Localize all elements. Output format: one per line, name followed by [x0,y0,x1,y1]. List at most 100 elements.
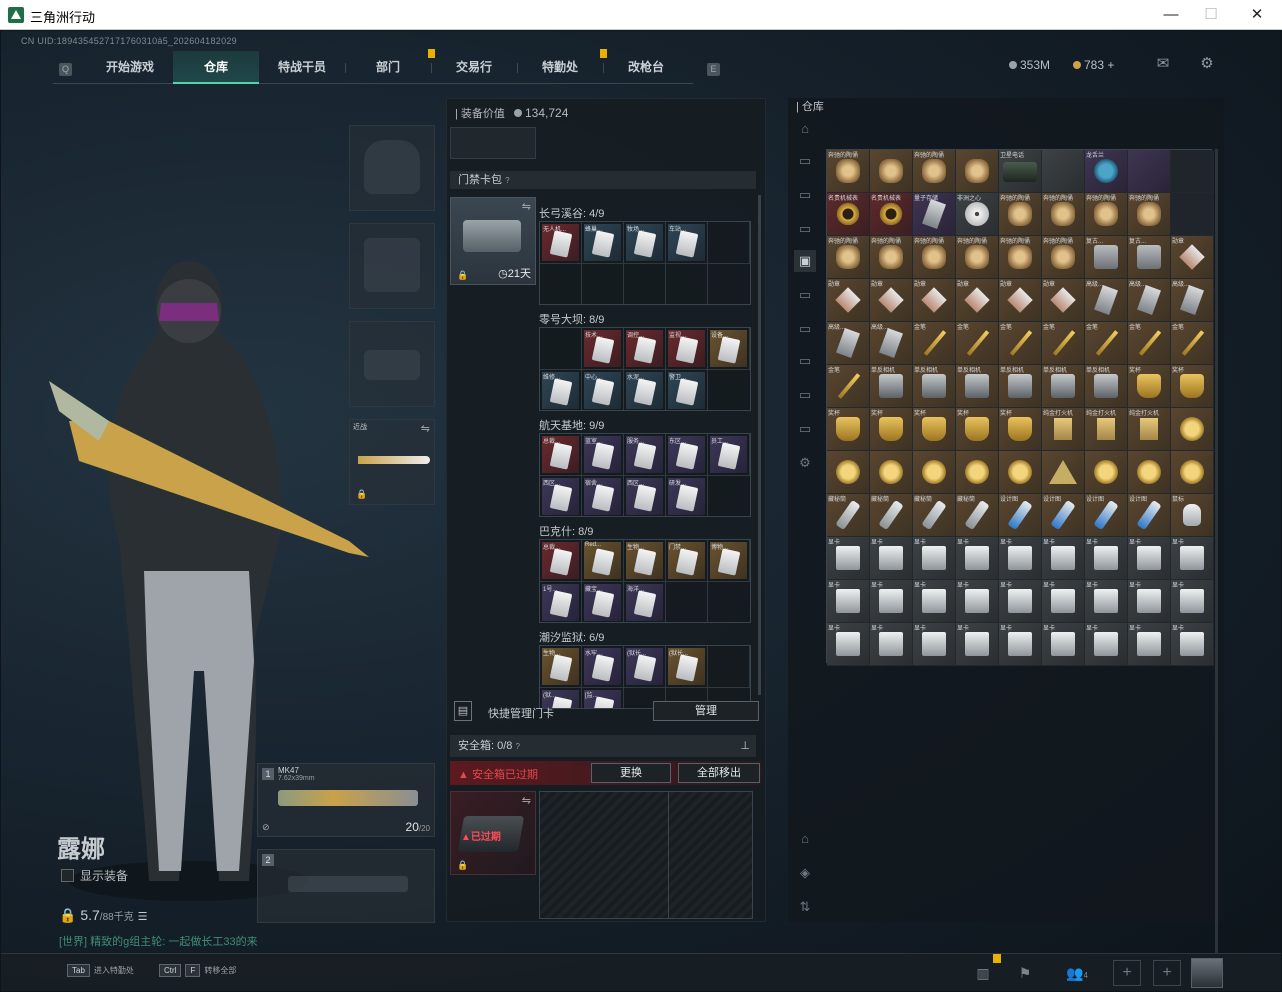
stash-cell[interactable]: 显卡 [913,537,956,580]
keycard-item[interactable]: 监视... [668,330,705,367]
stash-cell[interactable]: 高级... [1171,279,1214,322]
maximize-button[interactable]: ☐ [1196,4,1226,26]
primary-weapon-slot[interactable]: 1 MK47 7.62x39mm ⊘ 20/20 [257,763,435,837]
stash-cell[interactable]: 显卡 [1171,580,1214,623]
keycard-item[interactable]: 设备... [710,330,747,367]
stash-cell[interactable]: 单反相机 [1085,365,1128,408]
tab-trading[interactable]: 交易行 [431,51,517,84]
stash-cell[interactable] [1042,150,1085,193]
stash-cell[interactable]: 奔驰的陶俑 [1042,193,1085,236]
stash-cell[interactable]: 单反相机 [1042,365,1085,408]
pin-icon[interactable]: ⊥ [740,735,750,757]
help-icon[interactable]: ? [515,742,519,751]
helmet-slot[interactable] [349,125,435,211]
stash-cell[interactable] [870,451,913,494]
stash-cell[interactable]: 奔驰的陶俑 [870,236,913,279]
swap-icon[interactable]: ⇋ [522,200,531,213]
keycard-slot[interactable]: 中心... [582,370,624,410]
keycard-item[interactable]: (狱长... [668,648,705,685]
keycard-slot[interactable]: (狱长... [624,646,666,688]
keycard-slot[interactable]: 东区... [666,434,708,476]
stash-cell[interactable]: 显卡 [1042,537,1085,580]
nav-prev-key-icon[interactable]: Q [59,63,72,76]
stash-cell[interactable]: 名贵机械表 [827,193,870,236]
keycard-slot[interactable] [708,222,750,264]
stash-cell[interactable]: 纯金打火机 [1128,408,1171,451]
keycard-item[interactable]: 博物... [710,542,747,579]
safe-box-grid[interactable] [539,791,753,919]
keycard-slot[interactable]: 牧场... [624,222,666,264]
move-all-button[interactable]: 全部移出 [678,763,760,783]
stash-cell[interactable]: 显卡 [870,580,913,623]
stash-filter-keys-icon[interactable]: ▭ [794,284,816,306]
keycard-item[interactable]: 蓝室... [584,436,621,473]
warehouse-scrollbar[interactable] [1215,149,1218,955]
keycard-wallet-item[interactable]: ⇋ 🔒 ◷21天 [450,197,536,285]
stash-cell[interactable]: 复古... [1128,236,1171,279]
stash-cell[interactable]: 金笔 [913,322,956,365]
keycard-slot[interactable] [708,646,750,688]
stash-cell[interactable]: 奔驰的陶俑 [913,150,956,193]
invite-slot-2-button[interactable]: + [1153,960,1181,986]
stash-cell[interactable]: 奖杯 [1171,365,1214,408]
keycard-slot[interactable]: 西区... [540,476,582,516]
squad-icon[interactable]: 👥4 [1059,960,1095,986]
transfer-all-hint[interactable]: Ctrl F 转移全部 [159,964,236,977]
stash-cell[interactable]: 显卡 [1085,537,1128,580]
keycard-slot[interactable]: 服务... [624,434,666,476]
tab-warehouse[interactable]: 仓库 [173,51,259,84]
stash-cell[interactable]: 显卡 [999,580,1042,623]
stash-cell[interactable] [956,451,999,494]
keycard-item[interactable]: 警卫... [668,372,705,409]
stash-cell[interactable]: 奔驰的陶俑 [827,236,870,279]
keycard-item[interactable]: 生物... [626,542,663,579]
stash-filter-weapons-icon[interactable]: ▭ [794,150,816,172]
stash-cell[interactable]: 显卡 [1042,623,1085,666]
keycard-slot[interactable]: 警卫... [666,370,708,410]
keycard-slot[interactable]: 生物... [624,540,666,582]
keycard-item[interactable]: 水泥... [626,372,663,409]
keycard-slot[interactable]: 员工... [708,434,750,476]
stash-cell[interactable]: 非洲之心 [956,193,999,236]
stash-cell[interactable] [1171,451,1214,494]
keycard-item[interactable]: 1号... [542,584,579,621]
stash-cell[interactable]: 奖杯 [913,408,956,451]
keycard-slot[interactable]: 水泥... [624,370,666,410]
stash-cell[interactable]: 设计图 [1085,494,1128,537]
world-chat-line[interactable]: [世界] 精致的g组主轮: 一起做长工33的来 [59,933,258,949]
keycard-slot[interactable] [666,582,708,622]
armor-slot[interactable] [349,223,435,309]
keycard-slot[interactable]: 技术... [582,328,624,370]
stash-cell[interactable]: 金笔 [956,322,999,365]
keycard-slot[interactable]: 蓝室... [582,434,624,476]
stash-cell[interactable]: 纯金打火机 [1085,408,1128,451]
stash-cell[interactable]: 奔驰的陶俑 [1042,236,1085,279]
stash-cell[interactable]: 藏秘筒 [827,494,870,537]
stash-cell[interactable]: 显卡 [1128,537,1171,580]
keycard-slot[interactable]: 蜂巢... [582,222,624,264]
stash-cell[interactable]: 金笔 [1171,322,1214,365]
stash-filter-extra-icon[interactable]: ▭ [794,418,816,440]
stash-filter-ammo-icon[interactable]: ▭ [794,218,816,240]
stash-cell[interactable]: 藏秘筒 [956,494,999,537]
stash-cell[interactable]: 显卡 [1171,623,1214,666]
keycard-item[interactable]: 研发... [668,478,705,515]
stash-cell[interactable]: 金笔 [1042,322,1085,365]
keycard-item[interactable]: 技术... [584,330,621,367]
stash-cell[interactable]: 单反相机 [913,365,956,408]
keycard-slot[interactable] [582,264,624,304]
stash-cell[interactable]: 显卡 [1128,623,1171,666]
stash-cell[interactable]: 奔驰的陶俑 [999,193,1042,236]
stash-cell[interactable]: 鼠标 [1171,494,1214,537]
stash-cell[interactable]: 藏秘筒 [870,494,913,537]
invite-slot-1-button[interactable]: + [1113,960,1141,986]
stash-cell[interactable]: 设计图 [1128,494,1171,537]
stash-cell[interactable]: 奔驰的陶俑 [999,236,1042,279]
replace-button[interactable]: 更换 [591,763,671,783]
keycard-item[interactable]: 总裁... [542,436,579,473]
melee-slot[interactable]: 近战 ⇋ 🔒 [349,419,435,505]
keycard-item[interactable]: 藏宝... [584,584,621,621]
stash-cell[interactable] [956,150,999,193]
stash-cell[interactable]: 奖杯 [1128,365,1171,408]
keycard-item[interactable]: 西区... [626,478,663,515]
